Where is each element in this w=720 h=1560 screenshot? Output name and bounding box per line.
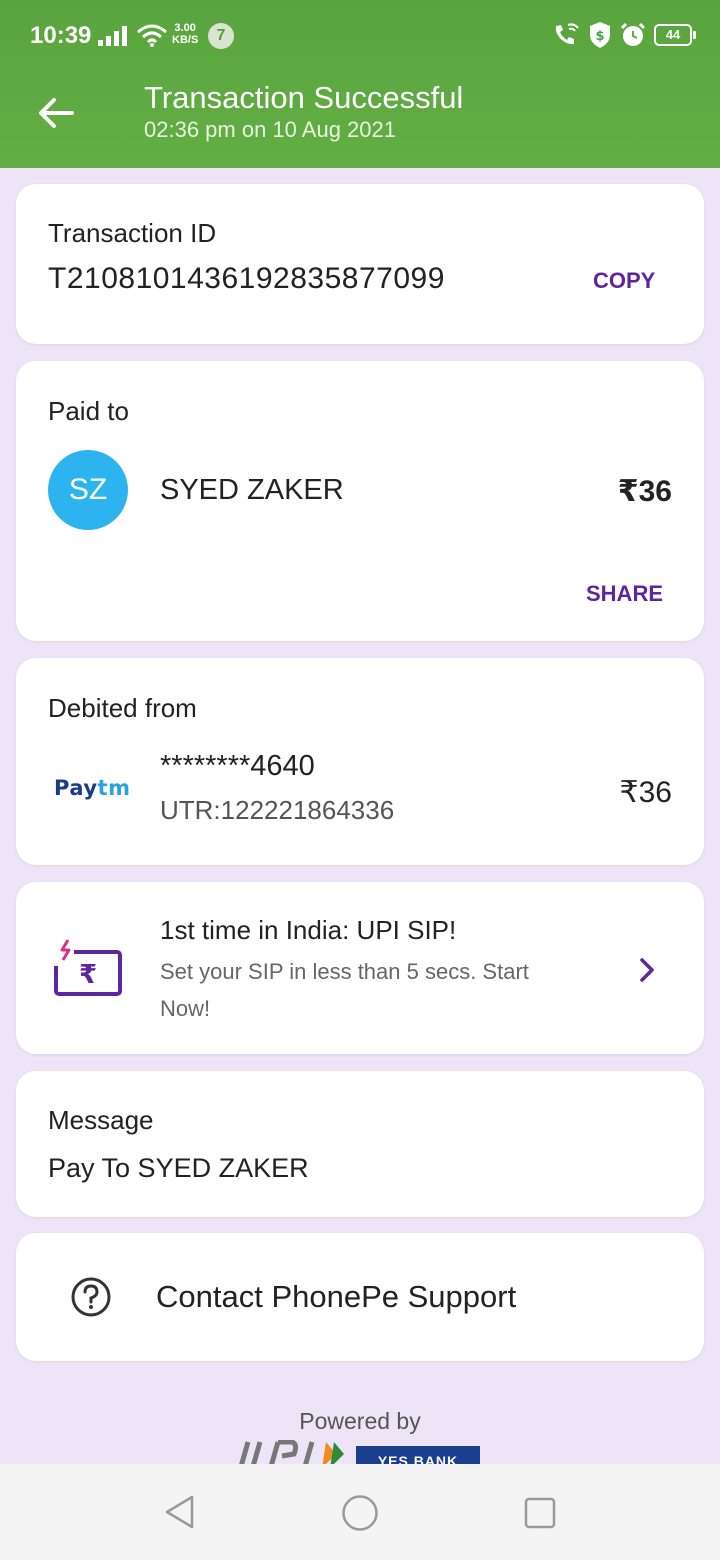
security-shield-icon: $ xyxy=(590,22,610,48)
upi-sip-promo-card[interactable]: ₹ 1st time in India: UPI SIP! Set your S… xyxy=(16,882,704,1054)
debited-from-card: Debited from Paytm ********4640 UTR:1222… xyxy=(16,658,704,865)
upi-logo-icon xyxy=(239,1440,344,1464)
paytm-logo: Paytm xyxy=(54,776,130,800)
notification-badge: 7 xyxy=(208,23,234,49)
net-speed: 3.00 KB/S xyxy=(172,22,198,46)
transaction-id-label: Transaction ID xyxy=(48,218,217,248)
right-status-icons: $ 44 xyxy=(552,20,696,50)
contact-support-card[interactable]: Contact PhonePe Support xyxy=(16,1233,704,1361)
svg-text:₹: ₹ xyxy=(79,960,97,990)
share-button[interactable]: SHARE xyxy=(586,581,663,607)
page-title: Transaction Successful xyxy=(144,80,464,115)
message-label: Message xyxy=(48,1105,154,1135)
payee-avatar: SZ xyxy=(48,450,128,530)
nav-recents-icon[interactable] xyxy=(523,1496,557,1530)
paytm-logo-part-b: tm xyxy=(97,776,131,800)
system-navigation-bar xyxy=(0,1464,720,1560)
wifi-icon xyxy=(137,24,167,47)
account-number: ********4640 xyxy=(160,750,315,782)
promo-title: 1st time in India: UPI SIP! xyxy=(160,915,457,945)
paytm-logo-part-a: Pay xyxy=(54,776,98,800)
yes-bank-logo: YES BANK xyxy=(356,1446,480,1464)
net-speed-unit: KB/S xyxy=(172,34,199,46)
net-speed-value: 3.00 xyxy=(174,22,196,34)
powered-by-text: Powered by xyxy=(299,1408,421,1434)
signal-icon xyxy=(98,26,127,46)
copy-button[interactable]: COPY xyxy=(593,268,655,294)
paid-amount: ₹36 xyxy=(617,475,672,508)
debited-from-label: Debited from xyxy=(48,693,197,723)
transaction-id-card: Transaction ID T2108101436192835877099 C… xyxy=(16,184,704,344)
back-arrow-icon[interactable] xyxy=(36,93,76,133)
nav-home-icon[interactable] xyxy=(341,1494,379,1532)
promo-description-line1: Set your SIP in less than 5 secs. Start xyxy=(160,959,529,984)
paid-to-card: Paid to SZ SYED ZAKER ₹36 SHARE xyxy=(16,361,704,641)
paid-to-label: Paid to xyxy=(48,396,129,426)
message-card: Message Pay To SYED ZAKER xyxy=(16,1071,704,1217)
alarm-icon xyxy=(620,22,646,46)
chevron-right-icon xyxy=(640,958,654,982)
status-time: 10:39 xyxy=(30,22,92,49)
status-bar: 10:39 3.00 KB/S 7 $ 44 xyxy=(0,0,720,70)
upi-yesbank-logo: YES BANK xyxy=(230,1440,490,1464)
message-text: Pay To SYED ZAKER xyxy=(48,1153,309,1183)
transaction-id-value: T2108101436192835877099 xyxy=(48,262,445,295)
contact-support-label: Contact PhonePe Support xyxy=(156,1279,517,1314)
debited-amount: ₹36 xyxy=(619,776,672,809)
promo-description-line2: Now! xyxy=(160,996,211,1021)
utr-number: UTR:122221864336 xyxy=(160,795,395,825)
battery-indicator: 44 xyxy=(654,24,696,46)
svg-text:$: $ xyxy=(595,29,604,44)
help-circle-icon xyxy=(71,1277,111,1317)
nav-back-icon[interactable] xyxy=(162,1494,198,1530)
payee-name: SYED ZAKER xyxy=(160,474,344,506)
sip-rupee-icon: ₹ xyxy=(52,939,122,996)
transaction-datetime: 02:36 pm on 10 Aug 2021 xyxy=(144,117,396,142)
app-header: 10:39 3.00 KB/S 7 $ 44 Transaction Succe… xyxy=(0,0,720,168)
wifi-call-icon xyxy=(555,23,579,45)
